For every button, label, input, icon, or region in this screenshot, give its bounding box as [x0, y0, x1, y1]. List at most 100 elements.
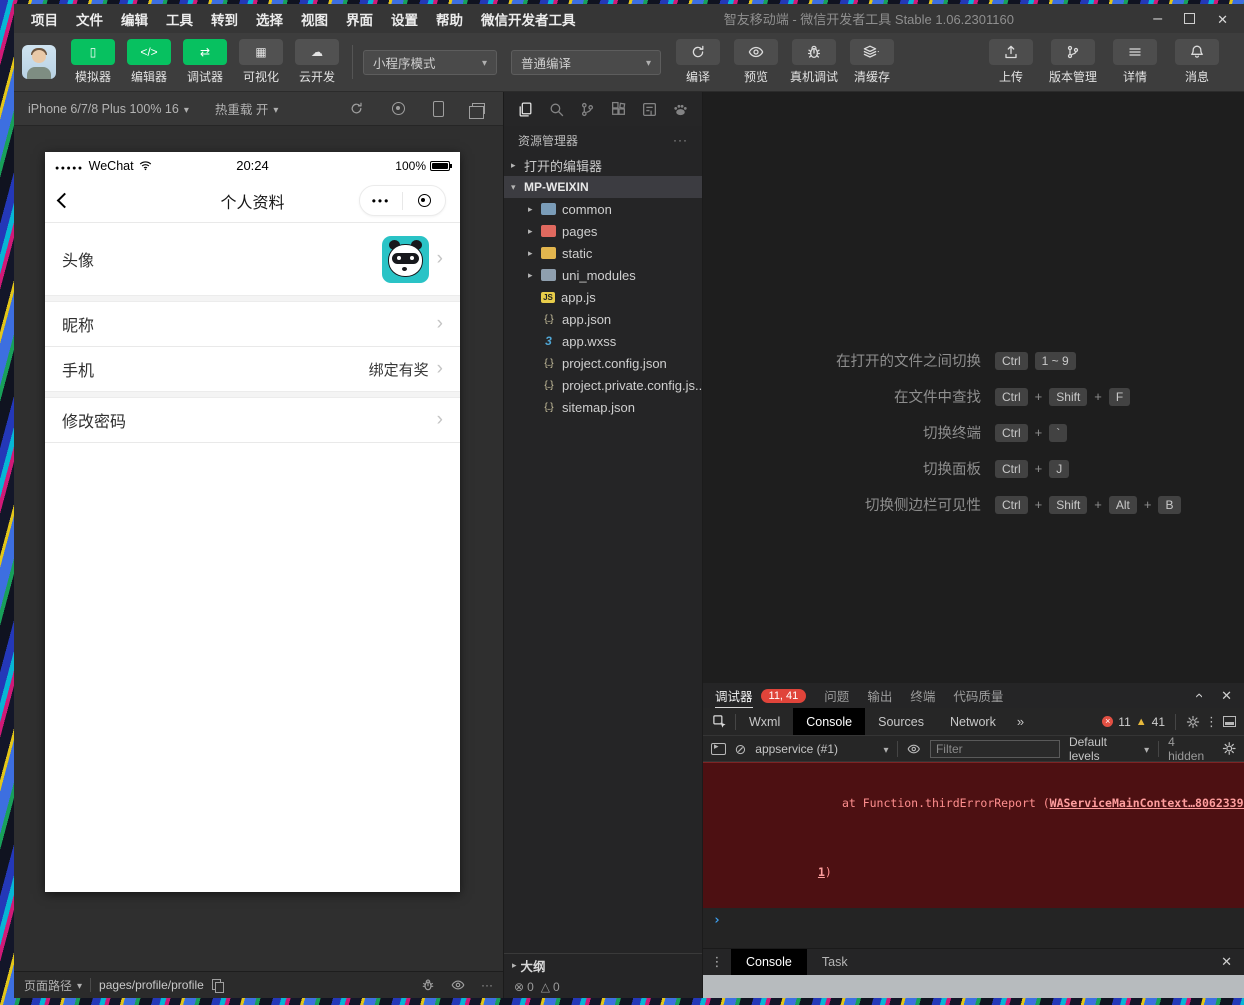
files-icon[interactable] [517, 101, 534, 118]
gear-icon[interactable] [1222, 741, 1236, 756]
tab-console[interactable]: Console [793, 708, 865, 735]
project-root-section[interactable]: ▾ MP-WEIXIN [504, 176, 702, 198]
profile-row-password[interactable]: 修改密码 [45, 398, 460, 442]
console-prompt[interactable]: › [703, 908, 1244, 933]
tree-item[interactable]: {..} app.json [504, 308, 702, 330]
compile-mode-select[interactable]: 普通编译 [511, 50, 661, 75]
tree-item[interactable]: ▸ static [504, 242, 702, 264]
tab-network[interactable]: Network [937, 708, 1009, 735]
log-levels-select[interactable]: Default levels [1069, 735, 1149, 763]
menu-item[interactable]: 转到 [202, 9, 247, 29]
tree-item[interactable]: {..} sitemap.json [504, 396, 702, 418]
tree-item[interactable]: {..} project.private.config.js... [504, 374, 702, 396]
device-select[interactable]: iPhone 6/7/8 Plus 100% 16 [28, 102, 189, 116]
menu-item[interactable]: 帮助 [427, 9, 472, 29]
tree-item[interactable]: JS app.js [504, 286, 702, 308]
profile-row-avatar[interactable]: 头像 [45, 223, 460, 295]
menu-item[interactable]: 选择 [247, 9, 292, 29]
paw-icon[interactable] [672, 101, 689, 118]
preview-button[interactable]: 预览 [729, 39, 783, 85]
outline-section[interactable]: ▸ 大纲 [504, 953, 702, 976]
capsule-close-icon[interactable] [403, 194, 445, 207]
tab-code-quality[interactable]: 代码质量 [953, 683, 1003, 708]
upload-button[interactable]: 上传 [984, 39, 1038, 85]
copy-icon[interactable] [212, 979, 222, 991]
record-icon[interactable] [392, 102, 405, 115]
close-icon[interactable] [1217, 12, 1228, 26]
compile-button[interactable]: 编译 [671, 39, 725, 85]
eye-icon[interactable] [451, 978, 465, 992]
version-control-button[interactable]: 版本管理 [1046, 39, 1100, 85]
bottom-tab-task[interactable]: Task [807, 949, 863, 975]
log-segment[interactable]: WAServiceMainContext…80623392&v=2.31.0: [1050, 796, 1244, 810]
phone-icon[interactable] [433, 101, 444, 117]
inspect-icon[interactable] [703, 714, 735, 729]
menu-item[interactable]: 工具 [157, 9, 202, 29]
close-icon[interactable] [1209, 954, 1244, 970]
menu-item[interactable]: 文件 [67, 9, 112, 29]
log-segment[interactable]: ) [825, 865, 832, 879]
more-dots-icon[interactable]: ··· [481, 978, 493, 992]
menu-item[interactable]: 项目 [22, 9, 67, 29]
kebab-menu-icon[interactable] [1205, 714, 1218, 730]
maximize-icon[interactable] [1184, 13, 1195, 24]
mode-button[interactable]: </> 编辑器 [124, 39, 174, 85]
log-segment[interactable]: 1 [818, 865, 825, 879]
mode-button[interactable]: ▦ 可视化 [236, 39, 286, 85]
tab-sources[interactable]: Sources [865, 708, 937, 735]
remote-debug-button[interactable]: 真机调试 [787, 39, 841, 85]
dock-icon[interactable] [1223, 716, 1236, 727]
menu-item[interactable]: 设置 [382, 9, 427, 29]
menu-item[interactable]: 编辑 [112, 9, 157, 29]
mode-button[interactable]: ⇄ 调试器 [180, 39, 230, 85]
log-segment[interactable]: at Function.thirdErrorReport ( [842, 796, 1050, 810]
tree-item[interactable]: ▸ pages [504, 220, 702, 242]
mode-button[interactable]: ☁ 云开发 [292, 39, 342, 85]
user-avatar[interactable] [22, 45, 56, 79]
tree-item[interactable]: ▸ common [504, 198, 702, 220]
messages-button[interactable]: 消息 [1170, 39, 1224, 85]
more-dots-icon[interactable] [360, 192, 402, 210]
page-path-select[interactable]: 页面路径 [24, 977, 82, 994]
console-filter-input[interactable] [930, 740, 1060, 758]
tree-item[interactable]: ▸ uni_modules [504, 264, 702, 286]
mode-button[interactable]: ▯ 模拟器 [68, 39, 118, 85]
more-dots-icon[interactable]: ··· [673, 133, 688, 147]
problems-counter[interactable]: ⊗ 0 △ 0 [504, 976, 702, 998]
tab-wxml[interactable]: Wxml [736, 708, 793, 735]
project-mode-select[interactable]: 小程序模式 [363, 50, 497, 75]
minimize-icon[interactable] [1153, 11, 1162, 27]
tree-item[interactable]: {..} project.config.json [504, 352, 702, 374]
menu-item[interactable]: 界面 [337, 9, 382, 29]
tab-output[interactable]: 输出 [867, 683, 892, 708]
search-icon[interactable] [548, 101, 565, 118]
menu-item[interactable]: 微信开发者工具 [472, 9, 585, 29]
extensions-icon[interactable] [610, 101, 627, 118]
bug-icon[interactable] [421, 978, 435, 992]
gear-icon[interactable] [1186, 715, 1200, 729]
open-editors-section[interactable]: ▸ 打开的编辑器 [504, 154, 702, 176]
details-button[interactable]: 详情 [1108, 39, 1162, 85]
clear-cache-button[interactable]: 清缓存 [845, 39, 899, 85]
context-select[interactable]: appservice (#1) [755, 742, 888, 756]
chevron-up-icon[interactable] [1190, 693, 1207, 698]
bottom-tab-console[interactable]: Console [731, 949, 807, 975]
tab-terminal[interactable]: 终端 [910, 683, 935, 708]
hot-reload-toggle[interactable]: 热重载 开 [215, 99, 279, 118]
source-control-icon[interactable] [579, 101, 596, 118]
profile-row-phone[interactable]: 手机 绑定有奖 [45, 347, 460, 391]
profile-row-nickname[interactable]: 昵称 [45, 302, 460, 346]
more-tabs-icon[interactable]: » [1009, 714, 1032, 729]
close-icon[interactable] [1221, 688, 1232, 704]
refresh-icon[interactable] [349, 101, 364, 116]
npm-scripts-icon[interactable] [641, 101, 658, 118]
clear-console-icon[interactable] [735, 742, 747, 756]
cascade-windows-icon[interactable] [472, 103, 485, 114]
tab-debugger[interactable]: 调试器 [715, 683, 753, 708]
tree-item[interactable]: 3 app.wxss [504, 330, 702, 352]
menu-item[interactable]: 视图 [292, 9, 337, 29]
tab-problems[interactable]: 问题 [824, 683, 849, 708]
kebab-menu-icon[interactable] [703, 954, 731, 970]
eye-icon[interactable] [907, 742, 921, 756]
sidebar-toggle-icon[interactable] [711, 743, 726, 755]
